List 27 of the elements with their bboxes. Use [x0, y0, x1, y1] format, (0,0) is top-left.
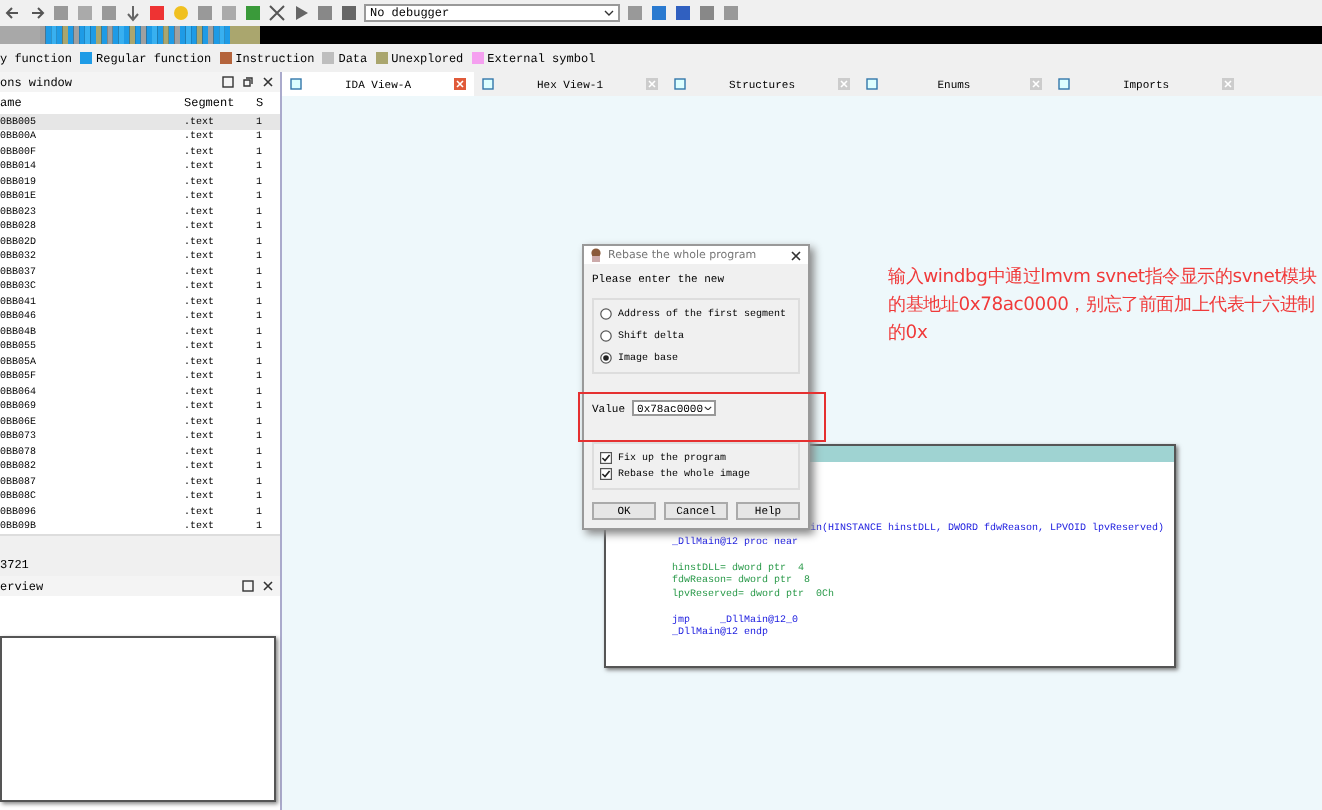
tab-icon: [482, 78, 494, 90]
tab-icon: [1058, 78, 1070, 90]
tab-icon: [674, 78, 686, 90]
app-icon: [590, 248, 602, 262]
tab-icon: [866, 78, 878, 90]
forward-icon[interactable]: [28, 4, 46, 22]
close-icon[interactable]: [790, 249, 802, 261]
down-arrow-icon[interactable]: [124, 4, 142, 22]
tab-icon: [290, 78, 302, 90]
annotation-text: 输入windbg中通过lmvm svnet指令显示的svnet模块的基地址0x78ac0000，别忘了前面加上代表十六进制的0x: [888, 264, 1319, 348]
caret-icon: [703, 405, 712, 411]
radio-button[interactable]: [600, 352, 612, 364]
checkbox[interactable]: [600, 468, 612, 480]
stop-icon[interactable]: [340, 4, 358, 22]
navigation-bar[interactable]: [0, 26, 1322, 44]
checkbox[interactable]: [600, 452, 612, 464]
close-icon[interactable]: [268, 4, 286, 22]
window-icon[interactable]: [222, 76, 234, 88]
radio-button[interactable]: [600, 308, 612, 320]
float-icon[interactable]: [242, 76, 254, 88]
window-icon[interactable]: [242, 580, 254, 592]
play-icon[interactable]: [292, 4, 310, 22]
radio-button[interactable]: [600, 330, 612, 342]
close-icon[interactable]: [262, 580, 274, 592]
caret-icon: [604, 10, 614, 16]
close-icon[interactable]: [262, 76, 274, 88]
back-icon[interactable]: [4, 4, 22, 22]
